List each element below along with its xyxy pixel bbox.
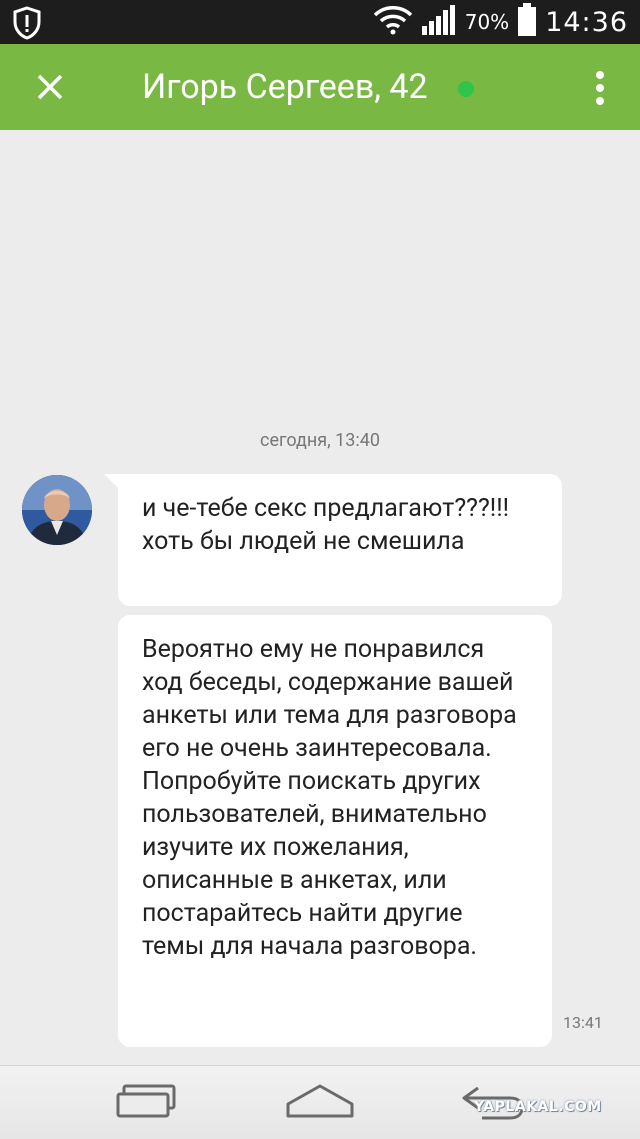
status-bar: 70% 14:36	[0, 0, 640, 44]
message-text: и че-тебе секс предлагают???!!!хоть бы л…	[142, 494, 510, 556]
watermark: YAPLAKAL.COM	[474, 1099, 602, 1115]
message-bubble[interactable]: и че-тебе секс предлагают???!!!хоть бы л…	[118, 474, 562, 606]
date-separator: сегодня, 13:40	[260, 430, 380, 451]
signal-icon	[421, 4, 457, 40]
online-status-indicator	[458, 81, 474, 97]
shield-alert-icon	[12, 6, 42, 44]
home-button[interactable]	[284, 1078, 356, 1128]
clock: 14:36	[545, 6, 628, 38]
battery-icon	[517, 3, 537, 41]
message-bubble[interactable]: Вероятно ему не понравился ход беседы, с…	[118, 615, 552, 1047]
more-vert-icon[interactable]	[588, 66, 612, 110]
wifi-icon	[373, 5, 413, 39]
overflow-menu-button[interactable]	[588, 66, 612, 110]
close-icon[interactable]	[30, 67, 70, 107]
avatar[interactable]	[22, 475, 92, 545]
message-timestamp: 13:41	[563, 1013, 603, 1032]
app-bar: Игорь Сергеев, 42	[0, 44, 640, 130]
recent-apps-icon[interactable]	[114, 1078, 180, 1124]
close-button[interactable]	[30, 67, 70, 107]
battery-percent: 70%	[464, 10, 510, 34]
chat-area[interactable]: сегодня, 13:40 и че-тебе секс предлагают…	[0, 130, 640, 1065]
message-text: Вероятно ему не понравился ход беседы, с…	[142, 635, 517, 961]
home-icon[interactable]	[284, 1078, 356, 1124]
recent-apps-button[interactable]	[114, 1078, 180, 1128]
chat-title: Игорь Сергеев, 42	[142, 67, 428, 107]
